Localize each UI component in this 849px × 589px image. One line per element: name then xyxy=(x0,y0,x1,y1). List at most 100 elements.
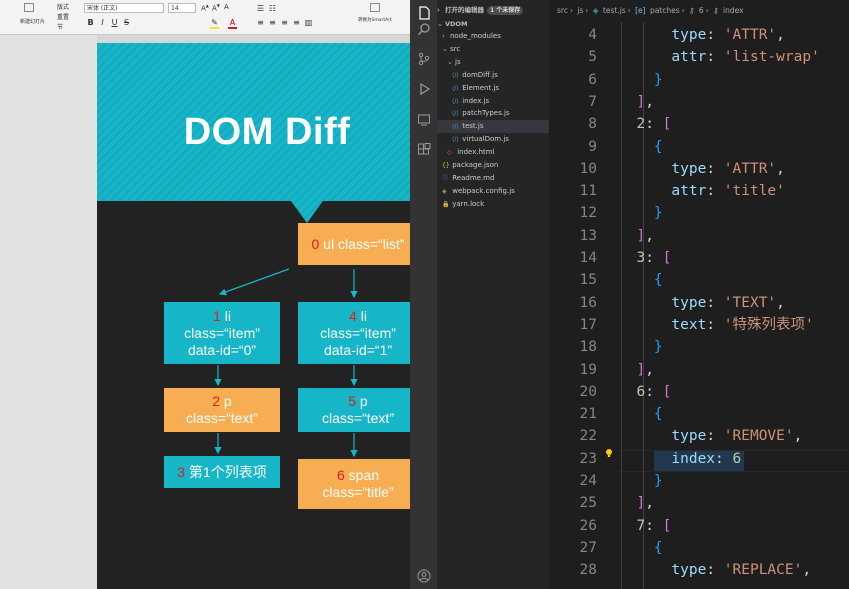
node-p-text-1[interactable]: 5 p class=“text” xyxy=(298,388,410,432)
source-control-icon[interactable] xyxy=(417,52,431,66)
json-file-icon: {} xyxy=(442,162,450,169)
node-data-id-attr: data-id=“1” xyxy=(323,341,393,358)
code-line[interactable]: 23 index: 6 xyxy=(549,448,849,470)
code-line[interactable]: 17 text: '特殊列表项' xyxy=(549,314,849,336)
extensions-icon[interactable] xyxy=(417,143,431,157)
slide-canvas[interactable]: DOM Diff 0 ul class=“list” 1 li class=“i… xyxy=(97,43,410,589)
shrink-font-icon[interactable]: A▼ xyxy=(212,3,220,12)
code-line[interactable]: 15 { xyxy=(549,269,849,291)
remote-explorer-icon[interactable] xyxy=(417,113,431,127)
code-line[interactable]: 21 { xyxy=(549,403,849,425)
grow-font-icon[interactable]: A▲ xyxy=(201,3,209,12)
convert-smartart-button[interactable]: 转换为SmartArt xyxy=(358,18,398,26)
file-tree-item[interactable]: {} package.json xyxy=(437,159,554,172)
breadcrumb-js[interactable]: js xyxy=(577,6,583,15)
section-button[interactable]: 节 xyxy=(57,22,63,31)
lightbulb-icon[interactable] xyxy=(604,448,614,458)
file-tree-item[interactable]: › node_modules xyxy=(437,30,554,43)
file-tree-item[interactable]: ⟨/⟩ Element.js xyxy=(437,82,564,95)
file-tree-item-label: src xyxy=(450,44,461,53)
layout-button[interactable]: 版式 xyxy=(57,2,69,11)
node-label: ul class=“list” xyxy=(319,235,405,252)
code-line[interactable]: 20 6: [ xyxy=(549,381,849,403)
search-icon[interactable] xyxy=(417,22,431,36)
smartart-icon[interactable] xyxy=(370,3,380,12)
align-center-icon[interactable]: ≡ xyxy=(268,18,277,27)
align-right-icon[interactable]: ≡ xyxy=(280,18,289,27)
code-text: } xyxy=(653,205,663,222)
breadcrumb-index[interactable]: index xyxy=(723,6,744,15)
code-line[interactable]: 24 } xyxy=(549,470,849,492)
file-tree-item[interactable]: ⌄ js xyxy=(437,56,559,69)
strike-button[interactable]: S xyxy=(122,18,131,27)
node-span-title[interactable]: 6 span class=“title” xyxy=(298,459,410,509)
file-tree-item-label: node_modules xyxy=(450,32,501,40)
font-color-icon[interactable]: A xyxy=(228,18,237,29)
open-editors-header[interactable]: › 打开的编辑器 1 个未保存 xyxy=(437,4,549,17)
code-line[interactable]: 7 ], xyxy=(549,91,849,113)
file-tree-item[interactable]: 🔒 yarn.lock xyxy=(437,198,554,211)
node-li-1[interactable]: 4 li class=“item” data-id=“1” xyxy=(298,302,410,364)
file-tree-item[interactable]: ⓘ Readme.md xyxy=(437,172,554,185)
node-text-item[interactable]: 3 第1个列表项 xyxy=(164,456,280,488)
font-size-select[interactable]: 14 xyxy=(168,3,196,13)
code-line[interactable]: 22 type: 'REMOVE', xyxy=(549,425,849,447)
code-line[interactable]: 14 3: [ xyxy=(549,247,849,269)
code-line[interactable]: 27 { xyxy=(549,537,849,559)
breadcrumb-key[interactable]: 6 xyxy=(699,6,704,15)
code-line[interactable]: 8 2: [ xyxy=(549,113,849,135)
files-icon[interactable] xyxy=(417,6,431,20)
code-line[interactable]: 11 attr: 'title' xyxy=(549,180,849,202)
breadcrumb-patches[interactable]: patches xyxy=(650,6,680,15)
columns-icon[interactable]: ▥ xyxy=(304,18,313,27)
node-ul-list[interactable]: 0 ul class=“list” xyxy=(298,223,410,265)
numbering-icon[interactable]: ☷ xyxy=(268,4,277,13)
align-left-icon[interactable]: ≡ xyxy=(256,18,265,27)
code-line[interactable]: 25 ], xyxy=(549,492,849,514)
code-line[interactable]: 12 } xyxy=(549,202,849,224)
italic-button[interactable]: I xyxy=(98,18,107,27)
file-tree-item[interactable]: ⟨/⟩ virtualDom.js xyxy=(437,133,564,146)
editor-pane[interactable]: src › js › ◈ test.js › [e] patches › ⚷ 6 › ⚷ … xyxy=(549,0,849,589)
file-tree-item[interactable]: ◈ webpack.config.js xyxy=(437,185,554,198)
code-line[interactable]: 13 ], xyxy=(549,225,849,247)
node-index: 2 xyxy=(212,393,221,409)
code-text: 7: [ xyxy=(636,517,672,534)
new-slide-icon[interactable] xyxy=(24,3,34,12)
highlight-color-icon[interactable]: ✎ xyxy=(210,18,219,29)
file-tree-item[interactable]: ⌄ src xyxy=(437,43,554,56)
node-p-text-0[interactable]: 2 p class=“text” xyxy=(164,388,280,432)
code-line[interactable]: 6 } xyxy=(549,69,849,91)
code-line[interactable]: 5 attr: 'list-wrap' xyxy=(549,46,849,68)
code-line[interactable]: 19 ], xyxy=(549,359,849,381)
node-li-0[interactable]: 1 li class=“item” data-id=“0” xyxy=(164,302,280,364)
bullets-icon[interactable]: ☰ xyxy=(256,4,265,13)
breadcrumb-file[interactable]: test.js xyxy=(603,6,626,15)
debug-icon[interactable] xyxy=(417,82,431,96)
code-line[interactable]: 28 type: 'REPLACE', xyxy=(549,559,849,581)
js-file-icon: ⟨/⟩ xyxy=(452,136,459,144)
new-slide-button[interactable]: 新建幻灯片 xyxy=(20,18,45,26)
code-line[interactable]: 18 } xyxy=(549,336,849,358)
file-tree-item[interactable]: ⟨/⟩ patchTypes.js xyxy=(437,107,564,120)
underline-button[interactable]: U xyxy=(110,18,119,27)
reset-button[interactable]: 重置 xyxy=(57,12,69,21)
bold-button[interactable]: B xyxy=(86,18,95,27)
justify-icon[interactable]: ≡ xyxy=(292,18,301,27)
breadcrumb-src[interactable]: src xyxy=(557,6,568,15)
file-tree-item[interactable]: ◇ index.html xyxy=(437,146,559,159)
code-text: ], xyxy=(636,227,654,244)
code-line[interactable]: 9 { xyxy=(549,136,849,158)
code-line[interactable]: 26 7: [ xyxy=(549,515,849,537)
file-tree-item[interactable]: ⟨/⟩ index.js xyxy=(437,95,564,108)
font-name-select[interactable]: 宋体 (正文) xyxy=(84,3,164,13)
file-tree-item[interactable]: ⟨/⟩ domDiff.js xyxy=(437,69,564,82)
line-number: 7 xyxy=(588,93,597,110)
clear-format-icon[interactable]: A xyxy=(224,3,229,11)
account-icon[interactable] xyxy=(417,569,431,583)
code-line[interactable]: 4 type: 'ATTR', xyxy=(549,24,849,46)
line-number: 15 xyxy=(579,272,597,289)
code-line[interactable]: 16 type: 'TEXT', xyxy=(549,292,849,314)
code-line[interactable]: 10 type: 'ATTR', xyxy=(549,158,849,180)
file-tree-item[interactable]: ⟨/⟩ test.js xyxy=(437,120,564,134)
